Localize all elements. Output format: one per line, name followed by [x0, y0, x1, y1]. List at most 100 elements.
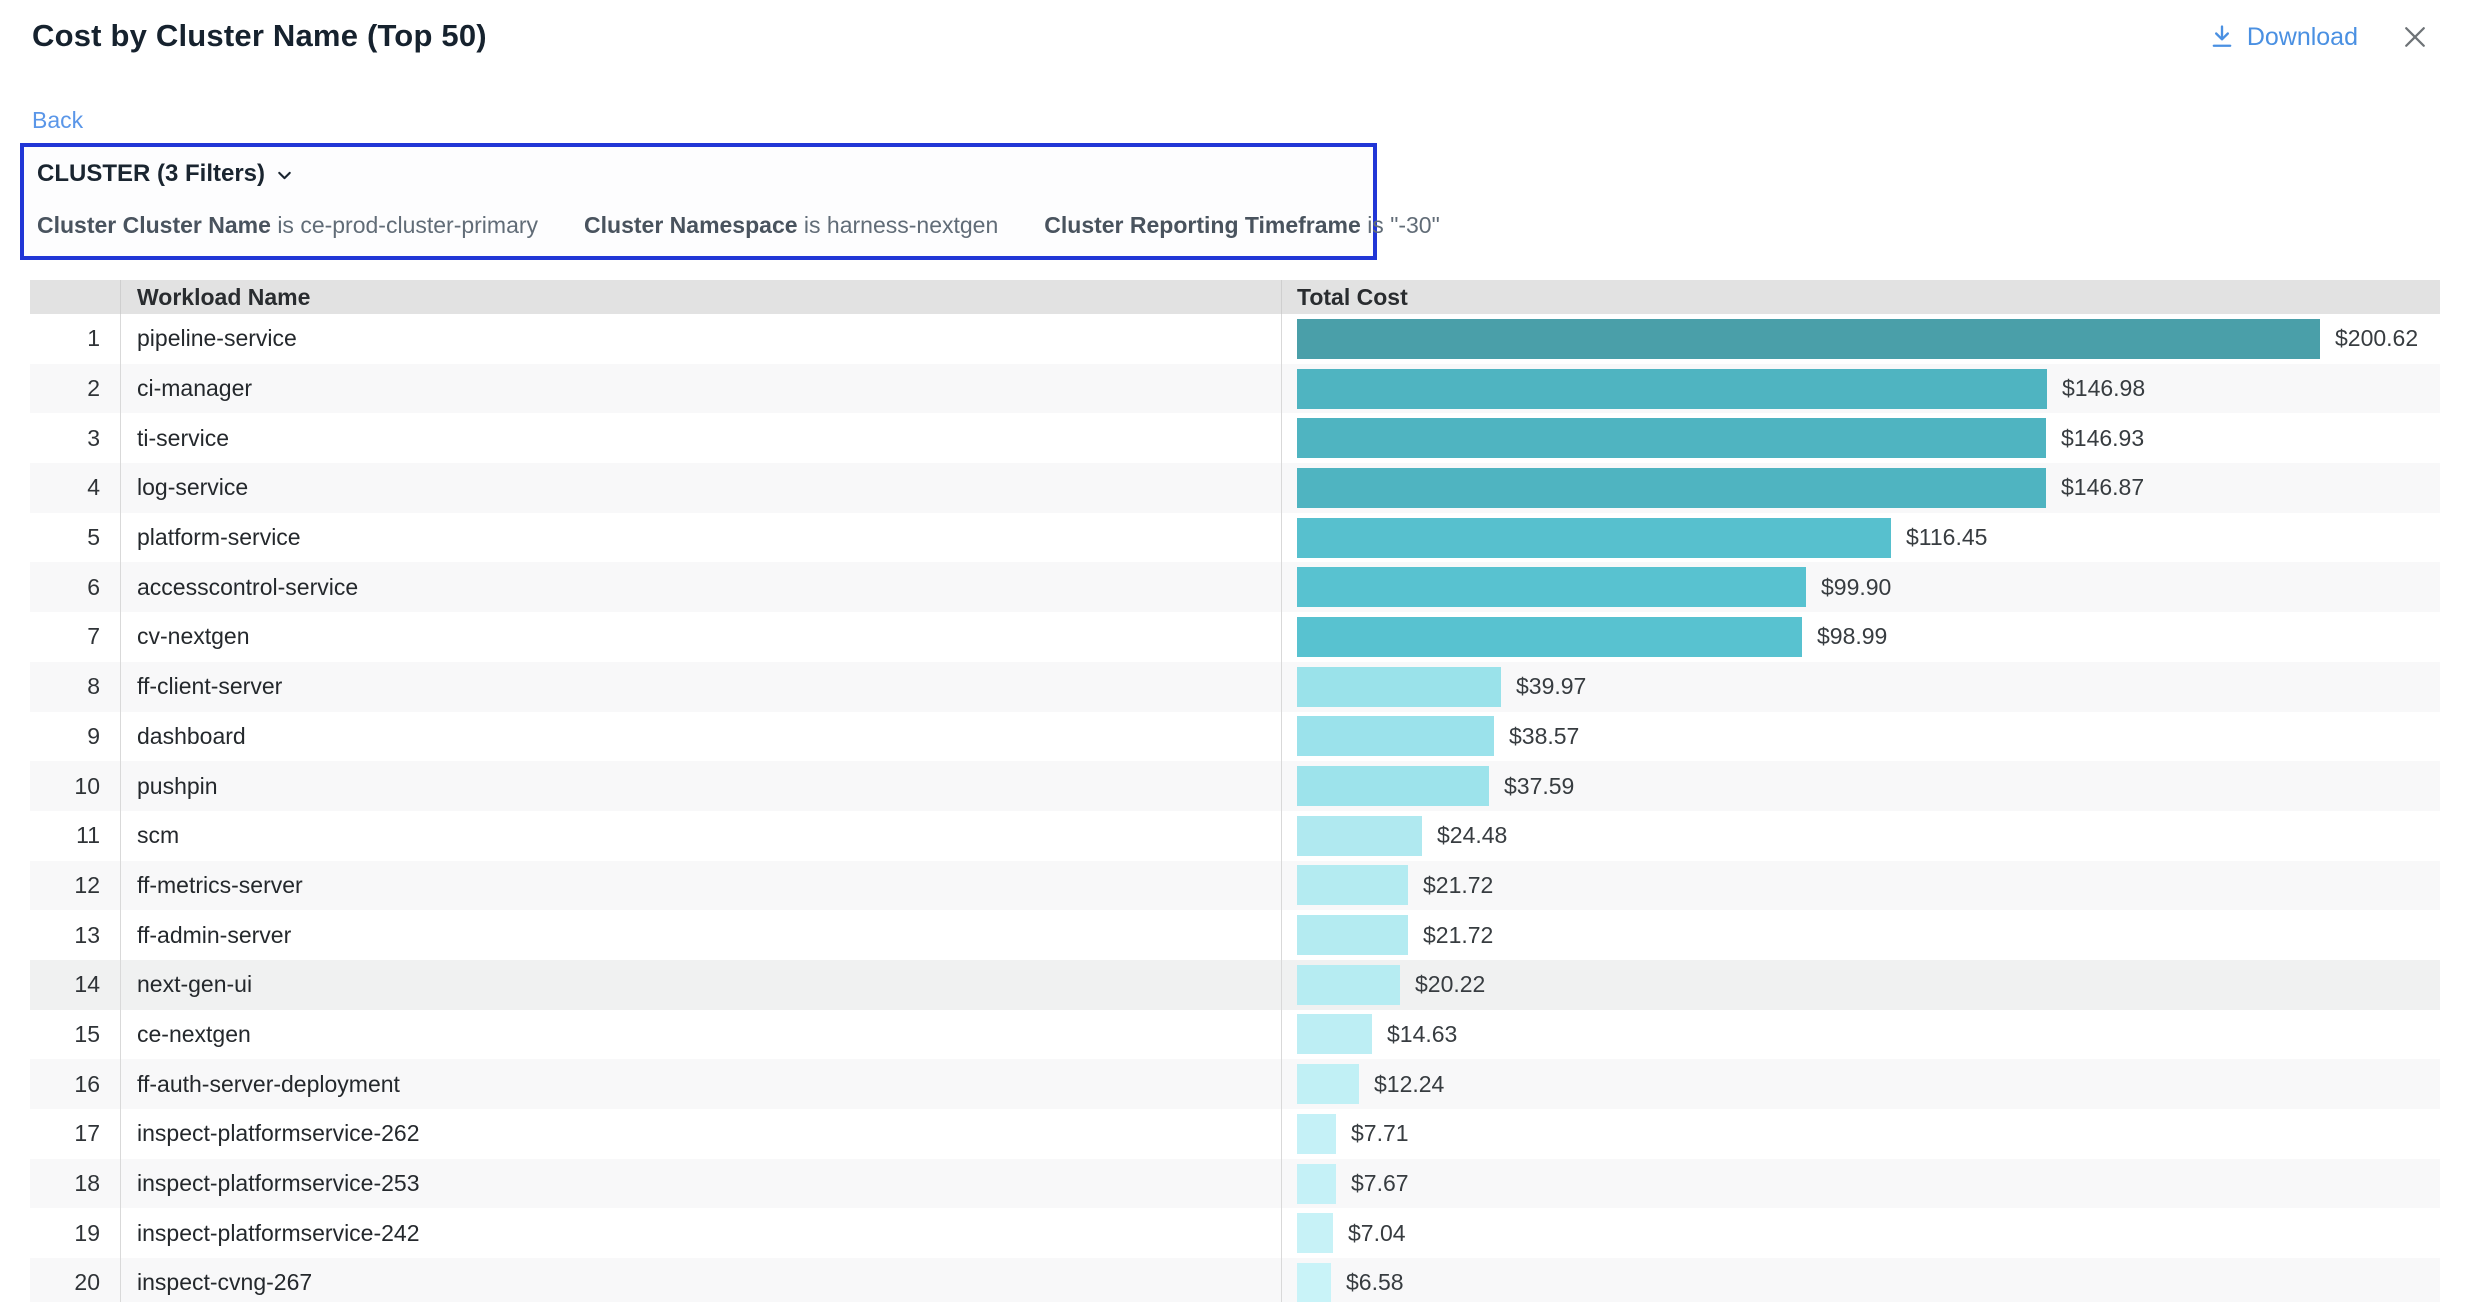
- cost-bar[interactable]: [1297, 1064, 1359, 1104]
- modal-header: Cost by Cluster Name (Top 50) Download: [0, 0, 2470, 54]
- workload-name: scm: [120, 811, 1281, 861]
- cost-value: $98.99: [1817, 623, 1887, 650]
- cost-bar[interactable]: [1297, 418, 2046, 458]
- close-icon: [2400, 22, 2430, 52]
- workload-name: platform-service: [120, 513, 1281, 563]
- row-rank: 1: [30, 314, 120, 364]
- cost-bar[interactable]: [1297, 766, 1489, 806]
- cost-bar[interactable]: [1297, 567, 1806, 607]
- workload-name: inspect-platformservice-262: [120, 1109, 1281, 1159]
- table-row: 5platform-service $116.45: [30, 513, 2440, 563]
- download-label: Download: [2247, 23, 2358, 52]
- cost-cell: $146.87: [1281, 463, 2440, 513]
- workload-name: accesscontrol-service: [120, 562, 1281, 612]
- row-rank: 6: [30, 562, 120, 612]
- header-actions: Download: [2208, 22, 2430, 52]
- filter-field: Cluster Namespace: [584, 212, 798, 238]
- cost-value: $146.98: [2062, 375, 2145, 402]
- cost-value: $7.67: [1351, 1170, 1409, 1197]
- cost-value: $20.22: [1415, 971, 1485, 998]
- cost-value: $21.72: [1423, 922, 1493, 949]
- table-row: 8ff-client-server $39.97: [30, 662, 2440, 712]
- cost-cell: $7.71: [1281, 1109, 2440, 1159]
- table-row: 2ci-manager$146.98: [30, 364, 2440, 414]
- table-row: 7cv-nextgen $98.99: [30, 612, 2440, 662]
- cost-bar[interactable]: [1297, 1164, 1336, 1204]
- cost-cell: $98.99: [1281, 612, 2440, 662]
- cost-cell: $7.04: [1281, 1208, 2440, 1258]
- download-icon: [2208, 23, 2236, 51]
- row-rank: 20: [30, 1258, 120, 1302]
- table-row: 6accesscontrol-service $99.90: [30, 562, 2440, 612]
- cost-bar[interactable]: [1297, 915, 1408, 955]
- table-row: 15ce-nextgen$14.63: [30, 1010, 2440, 1060]
- filter-summary-toggle[interactable]: CLUSTER (3 Filters): [37, 160, 1359, 188]
- workload-name: pipeline-service: [120, 314, 1281, 364]
- cost-cell: $146.93: [1281, 413, 2440, 463]
- rank-column-header: [30, 280, 120, 314]
- cost-bar[interactable]: [1297, 965, 1400, 1005]
- cost-cell: $146.98: [1281, 364, 2440, 414]
- table-row: 13ff-admin-server $21.72: [30, 910, 2440, 960]
- filter-item[interactable]: Cluster Cluster Name is ce-prod-cluster-…: [37, 212, 538, 239]
- row-rank: 18: [30, 1159, 120, 1209]
- workload-name: dashboard: [120, 712, 1281, 762]
- cost-bar[interactable]: [1297, 518, 1891, 558]
- filter-field: Cluster Cluster Name: [37, 212, 271, 238]
- filter-items: Cluster Cluster Name is ce-prod-cluster-…: [37, 212, 1359, 239]
- workload-name: ff-auth-server-deployment: [120, 1059, 1281, 1109]
- row-rank: 17: [30, 1109, 120, 1159]
- cost-bar[interactable]: [1297, 865, 1408, 905]
- back-link[interactable]: Back: [32, 107, 83, 134]
- cost-bar[interactable]: [1297, 1213, 1333, 1253]
- workload-name: log-service: [120, 463, 1281, 513]
- cost-table: Workload Name Total Cost 1pipeline-servi…: [30, 280, 2440, 1302]
- table-row: 12ff-metrics-server$21.72: [30, 861, 2440, 911]
- cost-bar[interactable]: [1297, 667, 1501, 707]
- cost-bar[interactable]: [1297, 1263, 1331, 1302]
- cost-value: $7.71: [1351, 1120, 1409, 1147]
- workload-name: pushpin: [120, 761, 1281, 811]
- cost-cell: $21.72: [1281, 910, 2440, 960]
- table-row: 11scm$24.48: [30, 811, 2440, 861]
- cost-value: $21.72: [1423, 872, 1493, 899]
- cost-bar[interactable]: [1297, 816, 1422, 856]
- page-title: Cost by Cluster Name (Top 50): [32, 18, 487, 54]
- cost-bar[interactable]: [1297, 468, 2046, 508]
- row-rank: 4: [30, 463, 120, 513]
- workload-name: ff-client-server: [120, 662, 1281, 712]
- table-row: 10pushpin$37.59: [30, 761, 2440, 811]
- filter-item[interactable]: Cluster Reporting Timeframe is "-30": [1044, 212, 1440, 239]
- cost-bar[interactable]: [1297, 319, 2320, 359]
- row-rank: 3: [30, 413, 120, 463]
- cost-value: $200.62: [2335, 325, 2418, 352]
- filter-condition: is harness-nextgen: [804, 212, 998, 238]
- cost-value: $116.45: [1906, 524, 1987, 551]
- cost-cell: $38.57: [1281, 712, 2440, 762]
- row-rank: 5: [30, 513, 120, 563]
- row-rank: 12: [30, 861, 120, 911]
- cost-value: $14.63: [1387, 1021, 1457, 1048]
- cost-value: $24.48: [1437, 822, 1507, 849]
- row-rank: 13: [30, 910, 120, 960]
- filter-condition: is "-30": [1367, 212, 1440, 238]
- cost-bar[interactable]: [1297, 716, 1494, 756]
- download-button[interactable]: Download: [2208, 23, 2358, 52]
- filter-summary-label: CLUSTER (3 Filters): [37, 160, 265, 188]
- row-rank: 8: [30, 662, 120, 712]
- cost-bar[interactable]: [1297, 369, 2047, 409]
- cost-bar[interactable]: [1297, 1114, 1336, 1154]
- row-rank: 15: [30, 1010, 120, 1060]
- row-rank: 7: [30, 612, 120, 662]
- cost-cell: $7.67: [1281, 1159, 2440, 1209]
- cost-value: $39.97: [1516, 673, 1586, 700]
- filter-item[interactable]: Cluster Namespace is harness-nextgen: [584, 212, 998, 239]
- cost-cell: $116.45: [1281, 513, 2440, 563]
- workload-name: inspect-cvng-267: [120, 1258, 1281, 1302]
- cost-value: $99.90: [1821, 574, 1891, 601]
- workload-name: cv-nextgen: [120, 612, 1281, 662]
- workload-name: ff-admin-server: [120, 910, 1281, 960]
- cost-bar[interactable]: [1297, 1014, 1372, 1054]
- cost-bar[interactable]: [1297, 617, 1802, 657]
- close-button[interactable]: [2400, 22, 2430, 52]
